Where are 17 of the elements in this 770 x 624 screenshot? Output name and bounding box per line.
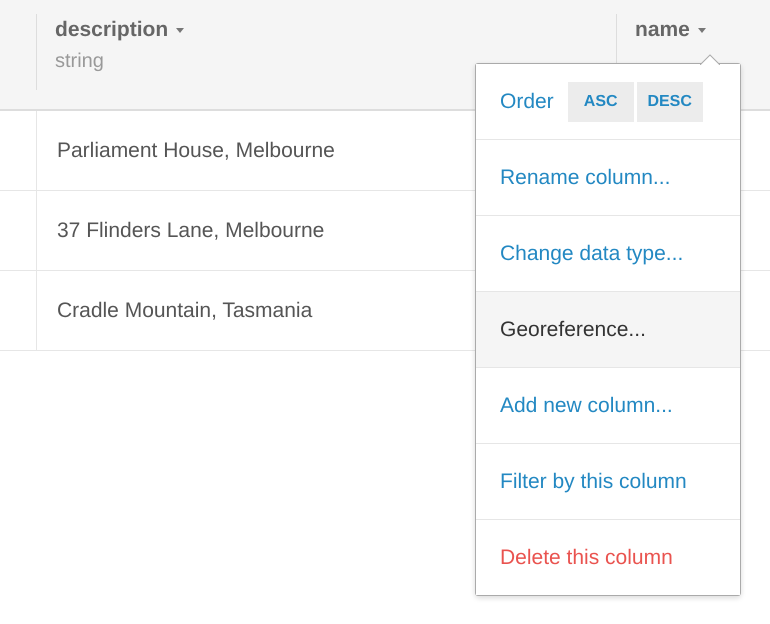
caret-icon[interactable] (176, 28, 184, 32)
menu-item[interactable]: Rename column... (500, 166, 670, 190)
menu-item[interactable]: Filter by this column (500, 470, 687, 494)
table-cell: 37 Flinders Lane, Melbourne (57, 218, 324, 242)
sort-button[interactable]: ASC (568, 82, 634, 122)
menu-item[interactable]: Delete this column (500, 546, 673, 570)
menu-item[interactable]: Georeference... (500, 318, 646, 342)
column-type: string (55, 50, 105, 73)
table-cell: Cradle Mountain, Tasmania (57, 298, 312, 322)
caret-icon[interactable] (698, 28, 706, 32)
column-name: description (55, 18, 616, 42)
sort-button[interactable]: DESC (636, 82, 703, 122)
menu-item[interactable]: Change data type... (500, 242, 684, 266)
table-cell: Parliament House, Melbourne (57, 138, 335, 162)
menu-item[interactable]: Order (500, 90, 554, 114)
column-name: name (635, 18, 770, 42)
menu-item[interactable]: Add new column... (500, 394, 673, 418)
